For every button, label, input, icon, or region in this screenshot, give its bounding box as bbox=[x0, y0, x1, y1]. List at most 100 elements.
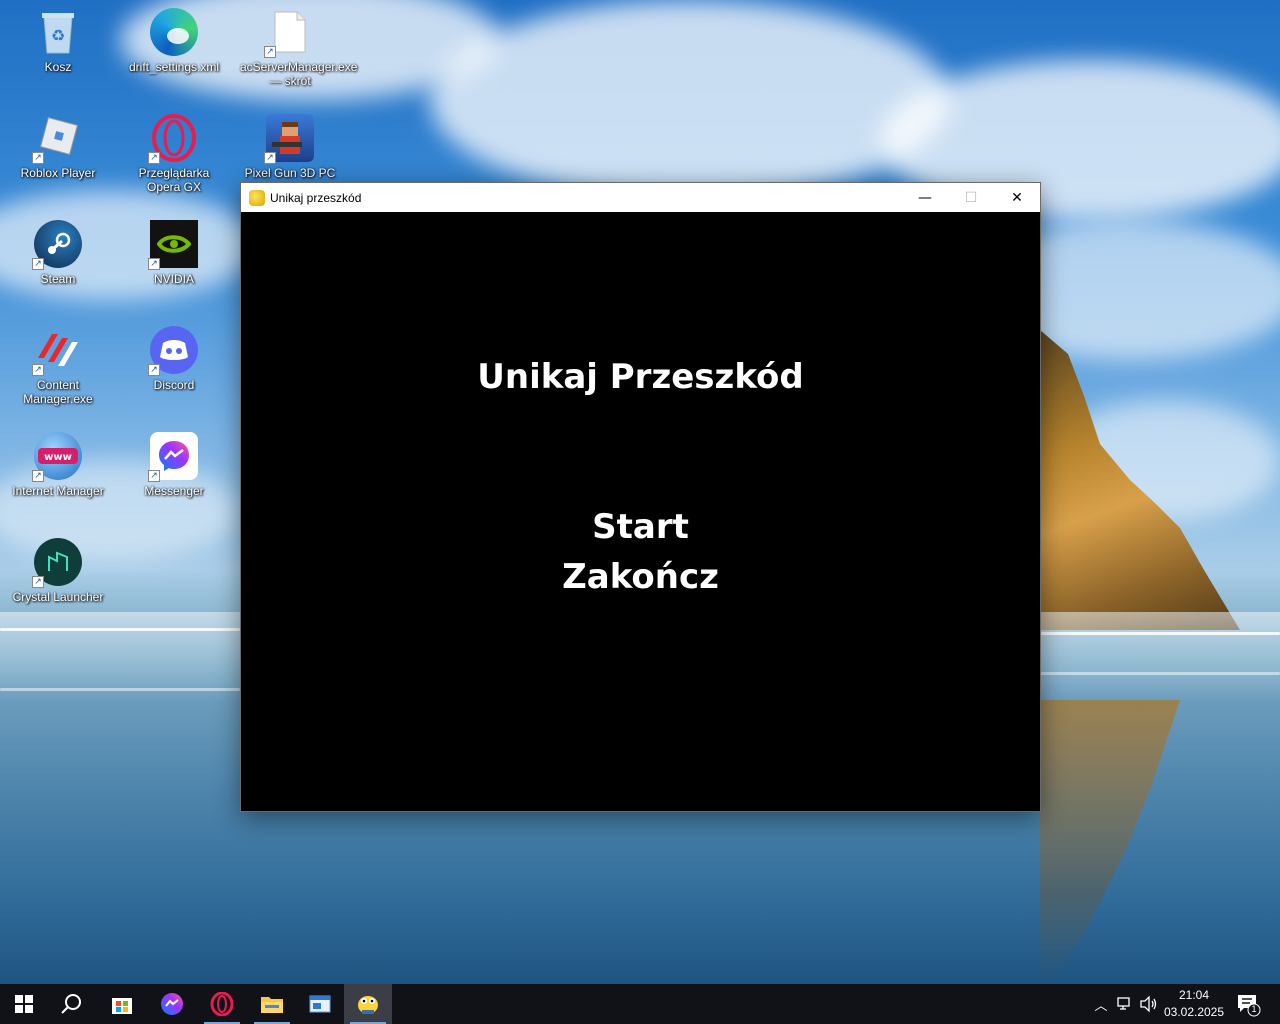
shortcut-arrow-icon: ↗ bbox=[148, 470, 160, 482]
desktop-icon-label: Przeglądarka Opera GX bbox=[138, 166, 210, 194]
pixel-gun-icon: ↗ bbox=[264, 114, 314, 164]
notification-count-badge: 1 bbox=[1251, 1004, 1257, 1014]
nvidia-icon: ↗ bbox=[148, 220, 198, 270]
internet-manager-icon: www ↗ bbox=[32, 432, 82, 482]
content-manager-icon: ↗ bbox=[32, 326, 82, 376]
shortcut-arrow-icon: ↗ bbox=[32, 576, 44, 588]
taskbar-store[interactable] bbox=[98, 984, 146, 1024]
desktop-icon-label: Messenger bbox=[144, 484, 204, 498]
desktop-icon-nvidia[interactable]: ↗ NVIDIA bbox=[124, 220, 224, 286]
desktop-icon-pixel-gun[interactable]: ↗ Pixel Gun 3D PC bbox=[240, 114, 340, 180]
opera-gx-icon: ↗ bbox=[148, 114, 198, 164]
chevron-up-icon: ︿ bbox=[1094, 998, 1108, 1014]
shortcut-arrow-icon: ↗ bbox=[148, 258, 160, 270]
minimize-button[interactable]: — bbox=[902, 183, 948, 212]
desktop-icon-steam[interactable]: ↗ Steam bbox=[8, 220, 108, 286]
quit-menu-option[interactable]: Zakończ bbox=[241, 557, 1040, 597]
desktop-icon-opera-gx[interactable]: ↗ Przeglądarka Opera GX bbox=[124, 114, 224, 194]
desktop-icon-discord[interactable]: ↗ Discord bbox=[124, 326, 224, 392]
shortcut-arrow-icon: ↗ bbox=[264, 152, 276, 164]
wallpaper-wave bbox=[0, 688, 240, 691]
minimize-icon: — bbox=[918, 189, 932, 206]
start-button[interactable] bbox=[0, 984, 48, 1024]
start-icon bbox=[15, 995, 33, 1013]
wallpaper-reflection bbox=[1040, 700, 1180, 980]
shortcut-arrow-icon: ↗ bbox=[32, 364, 44, 376]
wallpaper-wave bbox=[1040, 632, 1280, 635]
desktop-icon-label: Pixel Gun 3D PC bbox=[244, 166, 336, 180]
wallpaper-wave bbox=[0, 628, 240, 631]
search-icon bbox=[61, 994, 81, 1014]
close-button[interactable]: ✕ bbox=[994, 183, 1040, 212]
desktop-icon-roblox[interactable]: ↗ Roblox Player bbox=[8, 114, 108, 180]
file-icon: ↗ bbox=[264, 8, 314, 58]
pygame-app-icon bbox=[249, 189, 265, 206]
pygame-icon bbox=[358, 996, 378, 1014]
desktop-icon-label: Crystal Launcher bbox=[12, 590, 104, 604]
maximize-button: ☐ bbox=[948, 183, 994, 212]
volume-icon bbox=[1140, 996, 1157, 1012]
edge-icon bbox=[150, 8, 198, 56]
network-button[interactable] bbox=[1114, 984, 1136, 1024]
clock-time: 21:04 bbox=[1178, 988, 1210, 1002]
desktop-icon-label: Steam bbox=[40, 272, 76, 286]
wallpaper-wave bbox=[1040, 672, 1280, 675]
desktop-icon-label: Discord bbox=[153, 378, 195, 392]
shortcut-arrow-icon: ↗ bbox=[264, 46, 276, 58]
taskbar-opera[interactable] bbox=[198, 984, 246, 1024]
shortcut-arrow-icon: ↗ bbox=[148, 152, 160, 164]
file-explorer-icon bbox=[261, 997, 283, 1013]
crystal-launcher-icon: ↗ bbox=[32, 538, 82, 588]
wallpaper-cloud bbox=[430, 0, 950, 200]
shortcut-arrow-icon: ↗ bbox=[32, 470, 44, 482]
start-menu-option[interactable]: Start bbox=[241, 507, 1040, 547]
desktop-icon-content-manager[interactable]: ↗ Content Manager.exe bbox=[8, 326, 108, 406]
shortcut-arrow-icon: ↗ bbox=[32, 152, 44, 164]
taskbar: ︿ 21:04 03.02.2025 1 bbox=[0, 984, 1280, 1024]
app-window-icon bbox=[309, 995, 331, 1013]
desktop-icon-label: NVIDIA bbox=[153, 272, 194, 286]
window-titlebar[interactable]: Unikaj przeszkód — ☐ ✕ bbox=[241, 183, 1040, 212]
show-hidden-icons-button[interactable]: ︿ bbox=[1090, 984, 1112, 1024]
steam-icon: ↗ bbox=[32, 220, 82, 270]
taskbar-messenger[interactable] bbox=[148, 984, 196, 1024]
desktop-icon-drift-settings[interactable]: drift_settings.xml bbox=[124, 8, 224, 74]
volume-button[interactable] bbox=[1138, 984, 1160, 1024]
desktop-icon-recycle-bin[interactable]: ♻ Kosz bbox=[8, 8, 108, 74]
shortcut-arrow-icon: ↗ bbox=[32, 258, 44, 270]
store-icon bbox=[112, 998, 132, 1014]
taskbar-clock[interactable]: 21:04 03.02.2025 bbox=[1160, 987, 1228, 1021]
game-title: Unikaj Przeszkód bbox=[477, 357, 804, 397]
desktop-icon-label: drift_settings.xml bbox=[128, 60, 220, 74]
desktop-icon-crystal-launcher[interactable]: ↗ Crystal Launcher bbox=[8, 538, 108, 604]
roblox-icon: ↗ bbox=[32, 114, 82, 164]
shortcut-arrow-icon: ↗ bbox=[148, 364, 160, 376]
maximize-icon: ☐ bbox=[964, 189, 978, 206]
taskbar-file-explorer[interactable] bbox=[248, 984, 296, 1024]
desktop-icon-messenger[interactable]: ↗ Messenger bbox=[124, 432, 224, 498]
window-title: Unikaj przeszkód bbox=[270, 190, 362, 205]
game-canvas[interactable]: Unikaj Przeszkód Start Zakończ bbox=[241, 212, 1040, 811]
close-icon: ✕ bbox=[1011, 189, 1023, 206]
network-icon bbox=[1117, 997, 1130, 1010]
desktop-icon-label: Content Manager.exe bbox=[23, 378, 93, 406]
desktop-icon-label: Internet Manager bbox=[12, 484, 104, 498]
search-button[interactable] bbox=[48, 984, 96, 1024]
recycle-bin-icon: ♻ bbox=[34, 8, 82, 56]
svg-text:♻: ♻ bbox=[51, 26, 65, 45]
svg-text:www: www bbox=[44, 452, 72, 463]
clock-date: 03.02.2025 bbox=[1163, 1005, 1225, 1019]
desktop-icon-label: acServerManager.exe — skrót bbox=[240, 60, 358, 88]
taskbar-app-window[interactable] bbox=[296, 984, 344, 1024]
opera-icon bbox=[210, 992, 234, 1016]
desktop-icon-internet-manager[interactable]: www ↗ Internet Manager bbox=[8, 432, 108, 498]
taskbar-pygame[interactable] bbox=[344, 984, 392, 1024]
game-window[interactable]: Unikaj przeszkód — ☐ ✕ Unikaj Przeszkód … bbox=[240, 182, 1041, 812]
messenger-icon bbox=[161, 993, 183, 1015]
desktop-icon-label: Kosz bbox=[44, 60, 72, 74]
messenger-icon: ↗ bbox=[148, 432, 198, 482]
discord-icon: ↗ bbox=[148, 326, 198, 376]
notification-center-button[interactable]: 1 bbox=[1234, 990, 1262, 1018]
desktop-icon-acservermanager[interactable]: ↗ acServerManager.exe — skrót bbox=[240, 8, 358, 88]
desktop-icon-label: Roblox Player bbox=[20, 166, 96, 180]
